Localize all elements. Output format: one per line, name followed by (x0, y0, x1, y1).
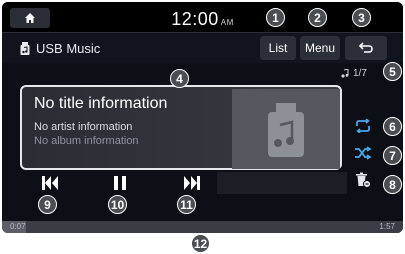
pause-icon (114, 176, 126, 190)
skip-previous-icon (42, 176, 58, 190)
callout-marker: 6 (383, 117, 402, 136)
clock: 12:00 AM (2, 9, 403, 30)
callout-marker: 1 (266, 8, 285, 27)
callout-marker: 7 (383, 146, 402, 165)
list-button[interactable]: List (260, 36, 296, 60)
callout-marker: 9 (38, 195, 57, 214)
delete-icon (356, 172, 371, 188)
callout-marker: 3 (352, 8, 371, 27)
pause-button[interactable] (100, 170, 140, 196)
next-track-button[interactable] (172, 170, 212, 196)
title-bar: USB Music List Menu (2, 33, 403, 63)
callout-marker: 10 (108, 195, 127, 214)
back-button[interactable] (345, 36, 387, 60)
track-album: No album information (34, 135, 139, 147)
callout-marker: 2 (308, 8, 327, 27)
total-time: 1:57 (379, 222, 395, 231)
clock-time: 12:00 (171, 9, 219, 29)
back-arrow-icon (358, 42, 373, 53)
track-artist: No artist information (34, 121, 133, 133)
progress-bar[interactable]: 0:07 1:57 (2, 221, 403, 233)
clock-ampm: AM (220, 18, 234, 27)
track-info-panel: No title information No artist informati… (20, 85, 342, 170)
callout-marker: 4 (170, 69, 189, 88)
repeat-icon (356, 119, 370, 133)
source-label: USB Music (36, 41, 101, 56)
shuffle-button[interactable] (351, 142, 375, 164)
status-bar: 12:00 AM (2, 2, 403, 33)
previous-track-button[interactable] (30, 170, 70, 196)
callout-marker: 11 (177, 195, 196, 214)
usb-music-icon (20, 42, 30, 55)
elapsed-time: 0:07 (10, 222, 26, 231)
media-screen: 12:00 AM USB Music List Menu 1/7 No titl… (2, 2, 403, 233)
list-button-label: List (268, 41, 288, 55)
source-indicator: USB Music (20, 41, 100, 56)
track-counter: 1/7 (341, 68, 367, 79)
callout-marker: 12 (191, 234, 210, 253)
album-art-reflection (217, 172, 347, 194)
callout-marker: 5 (383, 62, 402, 81)
track-title: No title information (34, 95, 168, 112)
delete-button[interactable] (351, 169, 375, 191)
track-counter-value: 1/7 (353, 68, 367, 79)
callout-marker: 8 (383, 175, 402, 194)
skip-next-icon (184, 176, 200, 190)
music-note-icon (341, 69, 349, 78)
album-art (232, 89, 340, 169)
menu-button-label: Menu (304, 41, 336, 55)
usb-music-icon (268, 103, 304, 157)
repeat-button[interactable] (351, 115, 375, 137)
shuffle-icon (355, 146, 372, 160)
menu-button[interactable]: Menu (300, 36, 340, 60)
